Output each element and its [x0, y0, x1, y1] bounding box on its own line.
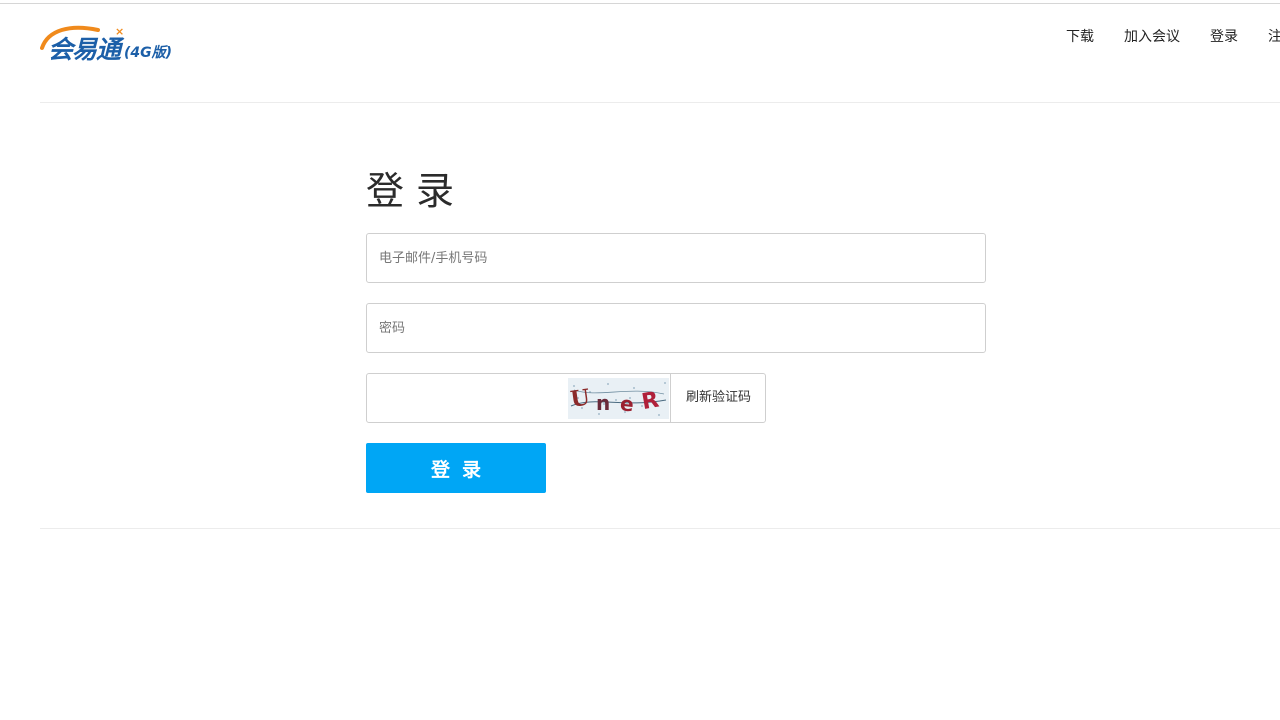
captcha-graphic: U n e R: [568, 378, 669, 419]
logo-subtext: (4G版): [124, 45, 173, 61]
logo-text: 会易通: [48, 35, 121, 64]
password-input[interactable]: [366, 303, 986, 353]
captcha-input[interactable]: [367, 374, 567, 422]
svg-text:U: U: [569, 384, 592, 412]
bottom-divider: [40, 528, 1280, 529]
nav-login[interactable]: 登录: [1210, 26, 1238, 46]
captcha-row: U n e R 刷新验证码: [366, 373, 766, 423]
header: × 会易通 (4G版) 下载 加入会议 登录 注: [40, 4, 1280, 103]
login-button[interactable]: 登录: [366, 443, 546, 493]
nav-register[interactable]: 注: [1268, 26, 1280, 46]
page-title: 登录: [366, 169, 467, 213]
logo[interactable]: × 会易通 (4G版): [40, 22, 190, 74]
svg-text:n: n: [596, 391, 610, 415]
svg-text:e: e: [619, 391, 635, 416]
refresh-captcha-button[interactable]: 刷新验证码: [670, 374, 766, 422]
nav-download[interactable]: 下载: [1066, 26, 1094, 46]
email-phone-input[interactable]: [366, 233, 986, 283]
captcha-image[interactable]: U n e R: [568, 378, 669, 419]
nav-join-meeting[interactable]: 加入会议: [1124, 26, 1180, 46]
